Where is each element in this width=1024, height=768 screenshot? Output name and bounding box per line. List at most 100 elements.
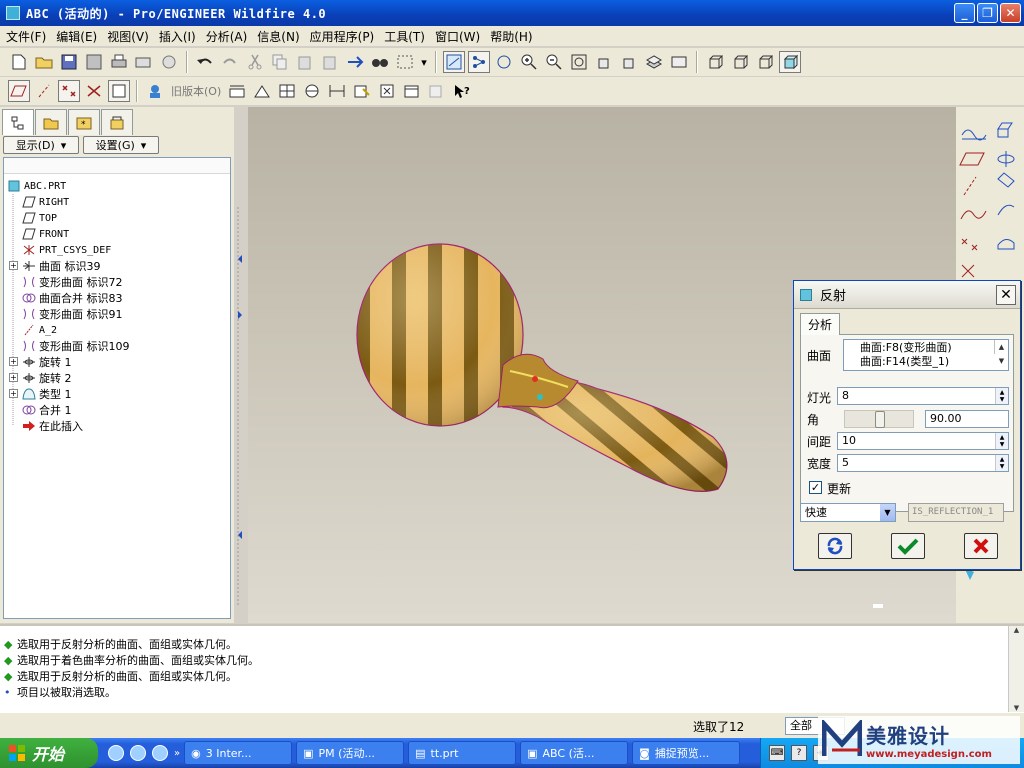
note-icon[interactable] — [351, 80, 373, 102]
angle-input[interactable]: 90.00 — [925, 410, 1009, 428]
width-spinner[interactable]: ▲ ▼ — [995, 455, 1008, 471]
redo-icon[interactable] — [219, 51, 241, 73]
zoom-in-icon[interactable] — [518, 51, 540, 73]
print-icon[interactable] — [108, 51, 130, 73]
dialog-title-bar[interactable]: 反射 — [794, 281, 1020, 309]
taskbar-item[interactable]: ▣ PM (活动... — [296, 741, 405, 765]
panel-splitter[interactable] — [234, 107, 248, 623]
ball-surface[interactable] — [356, 243, 524, 427]
open-folder-icon[interactable] — [33, 51, 55, 73]
orient-mode-icon[interactable] — [493, 51, 515, 73]
surface-list-scroll[interactable]: ▲ ▼ — [994, 340, 1008, 365]
width-input[interactable]: 5 ▲ ▼ — [837, 454, 1009, 472]
tree-item[interactable]: 曲面合并 标识83 — [22, 290, 123, 306]
tree-item[interactable]: ABC.PRT — [7, 178, 66, 194]
taskbar-item[interactable]: ◉ 3 Inter... — [184, 741, 293, 765]
tree-item[interactable]: 合并 1 — [22, 402, 72, 418]
ie-icon[interactable] — [108, 745, 124, 761]
datum-point-toggle-icon[interactable] — [58, 80, 80, 102]
spacing-input[interactable]: 10 ▲ ▼ — [837, 432, 1009, 450]
save-icon[interactable] — [58, 51, 80, 73]
cut-icon[interactable] — [244, 51, 266, 73]
datum-axis-toggle-icon[interactable] — [33, 80, 55, 102]
tab-folder-browser[interactable] — [35, 109, 67, 135]
spacing-spinner[interactable]: ▲ ▼ — [995, 433, 1008, 449]
tab-favorites[interactable]: * — [68, 109, 100, 135]
menu-analysis[interactable]: 分析(A) — [204, 28, 256, 45]
tree-item[interactable]: A_2 — [22, 322, 57, 338]
send-link-icon[interactable] — [158, 51, 180, 73]
tree-item[interactable]: 旋转 1 — [22, 354, 72, 370]
repaint-icon[interactable] — [443, 51, 465, 73]
tree-item[interactable]: PRT_CSYS_DEF — [22, 242, 111, 258]
menu-edit[interactable]: 编辑(E) — [54, 28, 105, 45]
chevron-down-icon[interactable]: ▼ — [880, 504, 895, 521]
expand-toggle[interactable]: + — [9, 357, 18, 366]
menu-view[interactable]: 视图(V) — [105, 28, 157, 45]
send-mail-icon[interactable] — [133, 51, 155, 73]
surface-collector[interactable]: 曲面:F8(变形曲面) 曲面:F14(类型_1) ▲ ▼ — [843, 339, 1009, 371]
new-file-icon[interactable] — [8, 51, 30, 73]
tree-item[interactable]: 曲面 标识39 — [22, 258, 101, 274]
light-input[interactable]: 8 ▲ ▼ — [837, 387, 1009, 405]
measure-area-icon[interactable] — [276, 80, 298, 102]
start-button[interactable]: 开始 — [0, 738, 98, 768]
copy-icon[interactable] — [269, 51, 291, 73]
paste-special-icon[interactable] — [319, 51, 341, 73]
taskbar-item[interactable]: ▣ ABC (活... — [520, 741, 629, 765]
tab-model-tree[interactable] — [2, 109, 34, 135]
menu-info[interactable]: 信息(N) — [255, 28, 307, 45]
minimize-button[interactable]: _ — [954, 3, 975, 23]
settings-dropdown-button[interactable]: 设置(G) ▾ — [83, 136, 159, 154]
context-help-icon[interactable]: ? — [451, 80, 473, 102]
menu-insert[interactable]: 插入(I) — [157, 28, 204, 45]
find-icon[interactable] — [369, 51, 391, 73]
tree-item[interactable]: 变形曲面 标识72 — [22, 274, 123, 290]
csys-toggle-icon[interactable] — [83, 80, 105, 102]
menu-applications[interactable]: 应用程序(P) — [308, 28, 383, 45]
message-scrollbar[interactable]: ▲ ▼ — [1008, 626, 1024, 712]
shading-icon[interactable] — [779, 51, 801, 73]
measure-transform-icon[interactable] — [326, 80, 348, 102]
show-dropdown-button[interactable]: 显示(D) ▾ — [3, 136, 79, 154]
tree-item[interactable]: FRONT — [22, 226, 69, 242]
menu-help[interactable]: 帮助(H) — [488, 28, 540, 45]
tree-item[interactable]: 类型 1 — [22, 386, 72, 402]
browser-icon[interactable] — [130, 745, 146, 761]
dropdown-arrow-icon[interactable]: ▾ — [419, 51, 429, 73]
window-check-icon[interactable] — [401, 80, 423, 102]
surface-item[interactable]: 曲面:F8(变形曲面) — [860, 341, 1008, 355]
tree-item[interactable]: 变形曲面 标识91 — [22, 306, 123, 322]
tab-connections[interactable] — [101, 109, 133, 135]
dialog-close-button[interactable]: ✕ — [996, 285, 1016, 305]
menu-window[interactable]: 窗口(W) — [433, 28, 488, 45]
no-hidden-icon[interactable] — [754, 51, 776, 73]
save-copy-icon[interactable] — [83, 51, 105, 73]
tree-item[interactable]: TOP — [22, 210, 57, 226]
taskbar-item[interactable]: ◙ 捕捉预览... — [632, 741, 741, 765]
measure-distance-icon[interactable] — [226, 80, 248, 102]
selection-box-icon[interactable] — [394, 51, 416, 73]
tree-item[interactable]: 在此插入 — [22, 418, 83, 434]
tree-item[interactable]: 变形曲面 标识109 — [22, 338, 130, 354]
close-button[interactable]: ✕ — [1000, 3, 1021, 23]
tree-item[interactable]: 旋转 2 — [22, 370, 72, 386]
angle-slider-thumb[interactable] — [875, 411, 885, 428]
delete-box-icon[interactable] — [376, 80, 398, 102]
reorient-icon[interactable] — [593, 51, 615, 73]
desktop-icon[interactable] — [152, 745, 168, 761]
paste-icon[interactable] — [294, 51, 316, 73]
annotation-toggle-icon[interactable] — [108, 80, 130, 102]
expand-toggle[interactable]: + — [9, 389, 18, 398]
cancel-button[interactable] — [964, 533, 998, 559]
old-version-label[interactable]: 旧版本(O) — [171, 83, 221, 99]
edit-disabled-icon[interactable] — [426, 80, 448, 102]
layers-icon[interactable] — [643, 51, 665, 73]
measure-diameter-icon[interactable] — [301, 80, 323, 102]
surface-item[interactable]: 曲面:F14(类型_1) — [860, 355, 1008, 369]
datum-plane-toggle-icon[interactable] — [8, 80, 30, 102]
quick-launch-more-icon[interactable]: » — [174, 748, 180, 759]
spin-center-icon[interactable] — [468, 51, 490, 73]
update-checkbox[interactable]: ✓ — [809, 481, 822, 494]
expand-toggle[interactable]: + — [9, 261, 18, 270]
